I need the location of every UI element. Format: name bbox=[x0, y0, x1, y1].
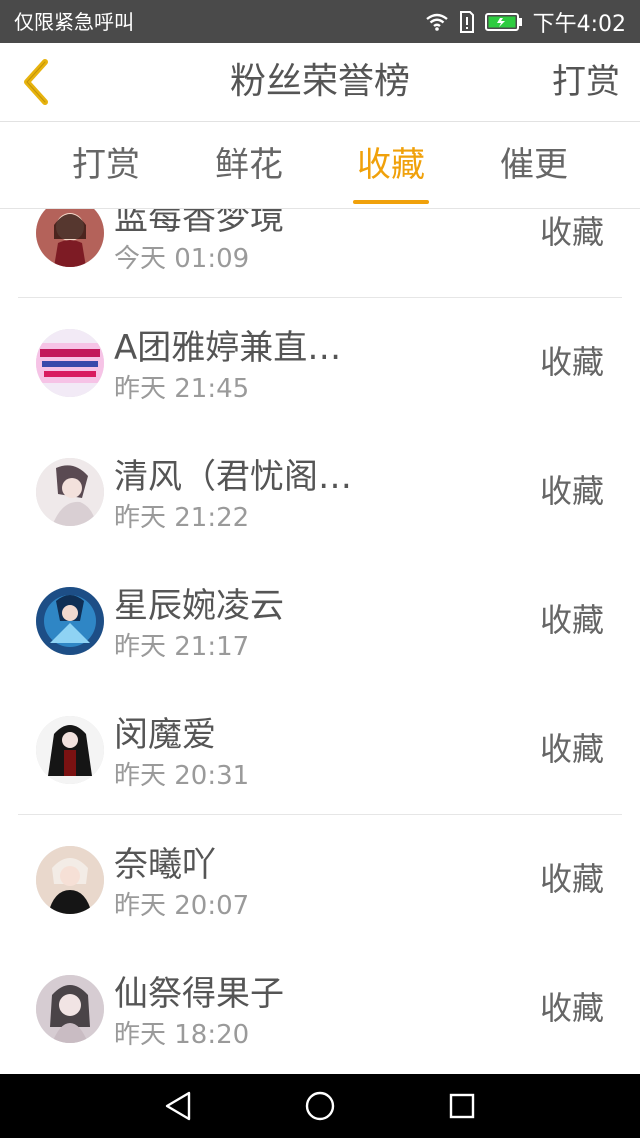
fan-list[interactable]: 蓝莓香梦境 今天 01:09 收藏 A团雅婷兼直… 昨天 21:45 收藏 清风… bbox=[0, 209, 640, 1073]
user-name: 闵魔爱 bbox=[114, 715, 216, 755]
list-item[interactable]: 蓝莓香梦境 今天 01:09 收藏 bbox=[18, 209, 622, 298]
avatar bbox=[36, 846, 104, 914]
list-item[interactable]: 仙祭得果子 昨天 18:20 收藏 bbox=[18, 944, 622, 1073]
action-label: 收藏 bbox=[539, 601, 604, 639]
timestamp: 昨天 18:20 bbox=[114, 1020, 250, 1050]
nav-recents-button[interactable] bbox=[442, 1086, 482, 1126]
clock: 下午4:02 bbox=[532, 12, 626, 37]
user-name: A团雅婷兼直… bbox=[114, 328, 342, 368]
nav-back-button[interactable] bbox=[158, 1086, 198, 1126]
status-icons: 下午4:02 bbox=[425, 8, 626, 37]
user-name: 奈曦吖 bbox=[114, 845, 216, 885]
timestamp: 昨天 21:17 bbox=[114, 632, 250, 662]
sim-alert-icon bbox=[459, 11, 475, 33]
action-label: 收藏 bbox=[539, 472, 604, 510]
back-triangle-icon bbox=[165, 1091, 191, 1121]
carrier-text: 仅限紧急呼叫 bbox=[14, 10, 134, 34]
avatar bbox=[36, 587, 104, 655]
action-label: 收藏 bbox=[539, 730, 604, 768]
avatar bbox=[36, 458, 104, 526]
timestamp: 今天 01:09 bbox=[114, 244, 250, 274]
active-tab-indicator bbox=[353, 200, 429, 204]
recents-square-icon bbox=[449, 1093, 475, 1119]
battery-icon bbox=[484, 12, 523, 32]
timestamp: 昨天 20:31 bbox=[114, 761, 250, 791]
wifi-icon bbox=[425, 12, 449, 32]
user-name: 星辰婉凌云 bbox=[114, 586, 284, 626]
avatar bbox=[36, 716, 104, 784]
list-item[interactable]: 闵魔爱 昨天 20:31 收藏 bbox=[18, 685, 622, 815]
timestamp: 昨天 21:45 bbox=[114, 374, 250, 404]
app-header: 粉丝荣誉榜 打赏 bbox=[0, 43, 640, 122]
list-item[interactable]: 奈曦吖 昨天 20:07 收藏 bbox=[18, 815, 622, 945]
user-name: 清风（君忧阁… bbox=[114, 457, 352, 497]
avatar bbox=[36, 329, 104, 397]
list-item[interactable]: 星辰婉凌云 昨天 21:17 收藏 bbox=[18, 556, 622, 686]
avatar bbox=[36, 209, 104, 267]
tab-reward[interactable]: 打赏 bbox=[56, 122, 156, 208]
page-title: 粉丝荣誉榜 bbox=[229, 61, 410, 102]
action-label: 收藏 bbox=[539, 343, 604, 381]
timestamp: 昨天 21:22 bbox=[114, 503, 250, 533]
tab-favorites[interactable]: 收藏 bbox=[341, 122, 441, 208]
list-item[interactable]: A团雅婷兼直… 昨天 21:45 收藏 bbox=[18, 298, 622, 428]
action-label: 收藏 bbox=[539, 213, 604, 251]
action-label: 收藏 bbox=[539, 989, 604, 1027]
tab-urge-update[interactable]: 催更 bbox=[484, 122, 584, 208]
user-name: 蓝莓香梦境 bbox=[114, 209, 284, 238]
avatar bbox=[36, 975, 104, 1043]
reward-button[interactable]: 打赏 bbox=[552, 43, 620, 121]
status-bar: 仅限紧急呼叫 下午4:02 bbox=[0, 0, 640, 43]
system-nav-bar bbox=[0, 1074, 640, 1138]
timestamp: 昨天 20:07 bbox=[114, 891, 250, 921]
user-name: 仙祭得果子 bbox=[114, 974, 284, 1014]
tab-bar: 打赏 鲜花 收藏 催更 bbox=[0, 122, 640, 209]
tab-flowers[interactable]: 鲜花 bbox=[199, 122, 299, 208]
home-circle-icon bbox=[305, 1091, 335, 1121]
app-screen: 仅限紧急呼叫 下午4:02 粉丝荣誉榜 打赏 打赏 鲜花 收藏 催更 蓝莓香梦境… bbox=[0, 0, 640, 1138]
action-label: 收藏 bbox=[539, 860, 604, 898]
list-item[interactable]: 清风（君忧阁… 昨天 21:22 收藏 bbox=[18, 427, 622, 557]
nav-home-button[interactable] bbox=[300, 1086, 340, 1126]
